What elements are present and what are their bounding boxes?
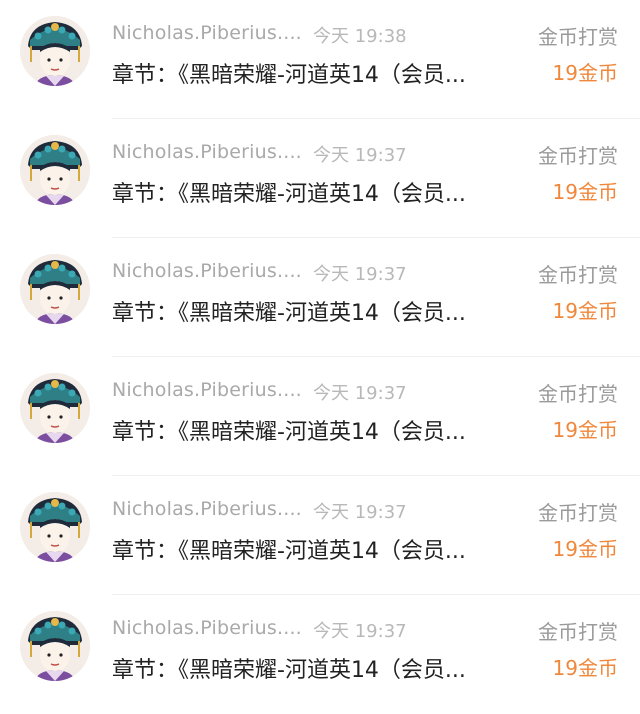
timestamp: 今天 19:38 <box>313 26 407 47</box>
username[interactable]: Nicholas.Piberius.... <box>112 379 302 401</box>
avatar-icon[interactable] <box>20 373 90 443</box>
chapter-title[interactable]: 章节：《黑暗荣耀-河道英14（会员... <box>112 414 466 446</box>
list-item[interactable]: Nicholas.Piberius.... 今天 19:37 金币打赏 章节：《… <box>0 119 640 238</box>
coin-amount: 19金币 <box>552 537 618 561</box>
coin-amount: 19金币 <box>552 656 618 680</box>
action-label: 金币打赏 <box>538 382 618 406</box>
username[interactable]: Nicholas.Piberius.... <box>112 141 302 163</box>
coin-amount: 19金币 <box>552 299 618 323</box>
username[interactable]: Nicholas.Piberius.... <box>112 260 302 282</box>
action-label: 金币打赏 <box>538 263 618 287</box>
action-label: 金币打赏 <box>538 501 618 525</box>
avatar-icon[interactable] <box>20 135 90 205</box>
avatar-icon[interactable] <box>20 492 90 562</box>
chapter-title[interactable]: 章节：《黑暗荣耀-河道英14（会员... <box>112 295 466 327</box>
timestamp: 今天 19:37 <box>313 502 407 523</box>
list-item[interactable]: Nicholas.Piberius.... 今天 19:37 金币打赏 章节：《… <box>0 357 640 476</box>
coin-amount: 19金币 <box>552 61 618 85</box>
avatar-icon[interactable] <box>20 611 90 681</box>
chapter-title[interactable]: 章节：《黑暗荣耀-河道英14（会员... <box>112 57 466 89</box>
list-item[interactable]: Nicholas.Piberius.... 今天 19:37 金币打赏 章节：《… <box>0 595 640 714</box>
timestamp: 今天 19:37 <box>313 383 407 404</box>
list-item[interactable]: Nicholas.Piberius.... 今天 19:37 金币打赏 章节：《… <box>0 476 640 595</box>
timestamp: 今天 19:37 <box>313 264 407 285</box>
username[interactable]: Nicholas.Piberius.... <box>112 617 302 639</box>
coin-amount: 19金币 <box>552 180 618 204</box>
action-label: 金币打赏 <box>538 620 618 644</box>
chapter-title[interactable]: 章节：《黑暗荣耀-河道英14（会员... <box>112 533 466 565</box>
username[interactable]: Nicholas.Piberius.... <box>112 22 302 44</box>
timestamp: 今天 19:37 <box>313 621 407 642</box>
username[interactable]: Nicholas.Piberius.... <box>112 498 302 520</box>
action-label: 金币打赏 <box>538 144 618 168</box>
avatar-icon[interactable] <box>20 16 90 86</box>
list-item[interactable]: Nicholas.Piberius.... 今天 19:37 金币打赏 章节：《… <box>0 238 640 357</box>
coin-amount: 19金币 <box>552 418 618 442</box>
avatar-icon[interactable] <box>20 254 90 324</box>
chapter-title[interactable]: 章节：《黑暗荣耀-河道英14（会员... <box>112 176 466 208</box>
list-item[interactable]: Nicholas.Piberius.... 今天 19:38 金币打赏 章节：《… <box>0 0 640 119</box>
reward-list: Nicholas.Piberius.... 今天 19:38 金币打赏 章节：《… <box>0 0 640 700</box>
action-label: 金币打赏 <box>538 25 618 49</box>
chapter-title[interactable]: 章节：《黑暗荣耀-河道英14（会员... <box>112 652 466 684</box>
timestamp: 今天 19:37 <box>313 145 407 166</box>
